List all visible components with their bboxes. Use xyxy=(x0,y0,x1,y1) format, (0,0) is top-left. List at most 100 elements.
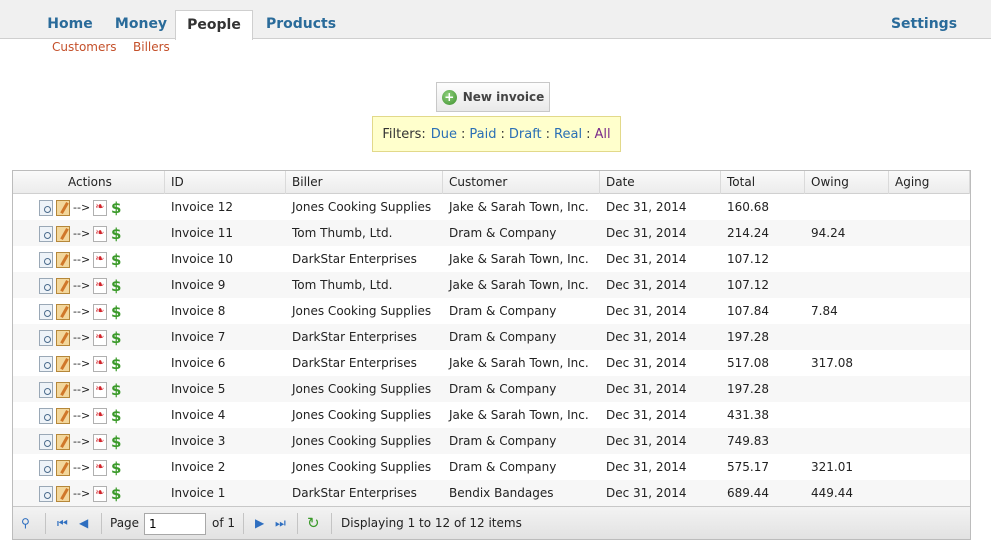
payment-icon[interactable]: $ xyxy=(110,304,122,320)
pdf-icon[interactable] xyxy=(93,277,108,294)
payment-icon[interactable]: $ xyxy=(110,434,122,450)
cell-aging xyxy=(889,324,970,350)
filter-draft[interactable]: Draft xyxy=(509,127,542,142)
edit-icon[interactable] xyxy=(56,303,70,320)
column-header-total[interactable]: Total xyxy=(721,171,805,194)
edit-icon[interactable] xyxy=(56,433,70,450)
view-icon[interactable] xyxy=(39,277,53,294)
edit-icon[interactable] xyxy=(56,459,70,476)
column-header-owing[interactable]: Owing xyxy=(805,171,889,194)
edit-icon[interactable] xyxy=(56,251,70,268)
tab-products[interactable]: Products xyxy=(262,10,340,39)
column-header-id[interactable]: ID xyxy=(165,171,286,194)
table-row[interactable]: --> $ Invoice 9 Tom Thumb, Ltd. Jake & Sarah… xyxy=(13,272,970,298)
payment-icon[interactable]: $ xyxy=(110,356,122,372)
table-row[interactable]: --> $ Invoice 12 Jones Cooking Supplies Jake… xyxy=(13,194,970,220)
new-invoice-button[interactable]: + New invoice xyxy=(436,82,550,112)
view-icon[interactable] xyxy=(39,329,53,346)
prev-page-icon[interactable]: ◀ xyxy=(79,507,88,540)
view-icon[interactable] xyxy=(39,225,53,242)
tab-settings[interactable]: Settings xyxy=(890,10,958,39)
table-row[interactable]: --> $ Invoice 3 Jones Cooking Supplies Dram … xyxy=(13,428,970,454)
table-row[interactable]: --> $ Invoice 6 DarkStar Enterprises Jake & … xyxy=(13,350,970,376)
cell-customer: Dram & Company xyxy=(449,330,557,344)
edit-icon[interactable] xyxy=(56,277,70,294)
view-icon[interactable] xyxy=(39,407,53,424)
pdf-icon[interactable] xyxy=(93,355,108,372)
row-actions: --> $ xyxy=(39,381,122,398)
column-header-customer[interactable]: Customer xyxy=(443,171,600,194)
view-icon[interactable] xyxy=(39,433,53,450)
tab-people[interactable]: People xyxy=(175,10,253,40)
filter-all[interactable]: All xyxy=(594,127,610,142)
first-page-icon[interactable]: ⏮ xyxy=(57,507,68,540)
view-icon[interactable] xyxy=(39,199,53,216)
view-icon[interactable] xyxy=(39,303,53,320)
refresh-icon[interactable]: ↻ xyxy=(307,507,320,540)
column-header-date[interactable]: Date xyxy=(600,171,721,194)
payment-icon[interactable]: $ xyxy=(110,252,122,268)
last-page-icon[interactable]: ⏭ xyxy=(275,507,286,540)
cell-total: 107.12 xyxy=(727,252,769,266)
table-row[interactable]: --> $ Invoice 5 Jones Cooking Supplies Dram … xyxy=(13,376,970,402)
column-header-actions[interactable]: Actions xyxy=(13,171,165,194)
view-icon[interactable] xyxy=(39,251,53,268)
pdf-icon[interactable] xyxy=(93,459,108,476)
table-row[interactable]: --> $ Invoice 11 Tom Thumb, Ltd. Dram & Comp… xyxy=(13,220,970,246)
payment-icon[interactable]: $ xyxy=(110,278,122,294)
top-nav: Home Money People Products Settings xyxy=(0,0,991,40)
table-row[interactable]: --> $ Invoice 10 DarkStar Enterprises Jake &… xyxy=(13,246,970,272)
pdf-icon[interactable] xyxy=(93,407,108,424)
page-number-input[interactable] xyxy=(144,513,206,535)
view-icon[interactable] xyxy=(39,381,53,398)
edit-icon[interactable] xyxy=(56,355,70,372)
payment-icon[interactable]: $ xyxy=(110,226,122,242)
pdf-icon[interactable] xyxy=(93,329,108,346)
edit-icon[interactable] xyxy=(56,407,70,424)
table-row[interactable]: --> $ Invoice 4 Jones Cooking Supplies Jake … xyxy=(13,402,970,428)
table-row[interactable]: --> $ Invoice 8 Jones Cooking Supplies Dram … xyxy=(13,298,970,324)
column-header-biller[interactable]: Biller xyxy=(286,171,443,194)
pdf-icon[interactable] xyxy=(93,251,108,268)
payment-icon[interactable]: $ xyxy=(110,382,122,398)
view-icon[interactable] xyxy=(39,459,53,476)
next-page-icon[interactable]: ▶ xyxy=(255,507,264,540)
payment-icon[interactable]: $ xyxy=(110,460,122,476)
pdf-icon[interactable] xyxy=(93,225,108,242)
cell-aging xyxy=(889,194,970,220)
pdf-icon[interactable] xyxy=(93,381,108,398)
payment-icon[interactable]: $ xyxy=(110,330,122,346)
filter-real[interactable]: Real xyxy=(554,127,582,142)
add-icon: + xyxy=(441,89,457,105)
table-row[interactable]: --> $ Invoice 1 DarkStar Enterprises Bendix … xyxy=(13,480,970,506)
pdf-icon[interactable] xyxy=(93,433,108,450)
row-actions: --> $ xyxy=(39,303,122,320)
cell-aging xyxy=(889,376,970,402)
tab-money[interactable]: Money xyxy=(108,10,174,39)
edit-icon[interactable] xyxy=(56,329,70,346)
filter-separator: : xyxy=(500,126,505,142)
view-icon[interactable] xyxy=(39,485,53,502)
subnav-billers[interactable]: Billers xyxy=(133,40,170,54)
payment-icon[interactable]: $ xyxy=(110,408,122,424)
row-actions: --> $ xyxy=(39,329,122,346)
filter-paid[interactable]: Paid xyxy=(469,127,496,142)
edit-icon[interactable] xyxy=(56,485,70,502)
edit-icon[interactable] xyxy=(56,199,70,216)
tab-home[interactable]: Home xyxy=(40,10,100,39)
table-row[interactable]: --> $ Invoice 7 DarkStar Enterprises Dram & … xyxy=(13,324,970,350)
subnav-customers[interactable]: Customers xyxy=(52,40,117,54)
pdf-icon[interactable] xyxy=(93,303,108,320)
view-icon[interactable] xyxy=(39,355,53,372)
cell-id: Invoice 2 xyxy=(171,460,226,474)
column-header-aging[interactable]: Aging xyxy=(889,171,970,194)
pdf-icon[interactable] xyxy=(93,199,108,216)
edit-icon[interactable] xyxy=(56,381,70,398)
pdf-icon[interactable] xyxy=(93,485,108,502)
edit-icon[interactable] xyxy=(56,225,70,242)
payment-icon[interactable]: $ xyxy=(110,200,122,216)
filter-due[interactable]: Due xyxy=(431,127,457,142)
payment-icon[interactable]: $ xyxy=(110,486,122,502)
table-row[interactable]: --> $ Invoice 2 Jones Cooking Supplies Dram … xyxy=(13,454,970,480)
search-icon[interactable]: ⚲ xyxy=(21,507,30,540)
